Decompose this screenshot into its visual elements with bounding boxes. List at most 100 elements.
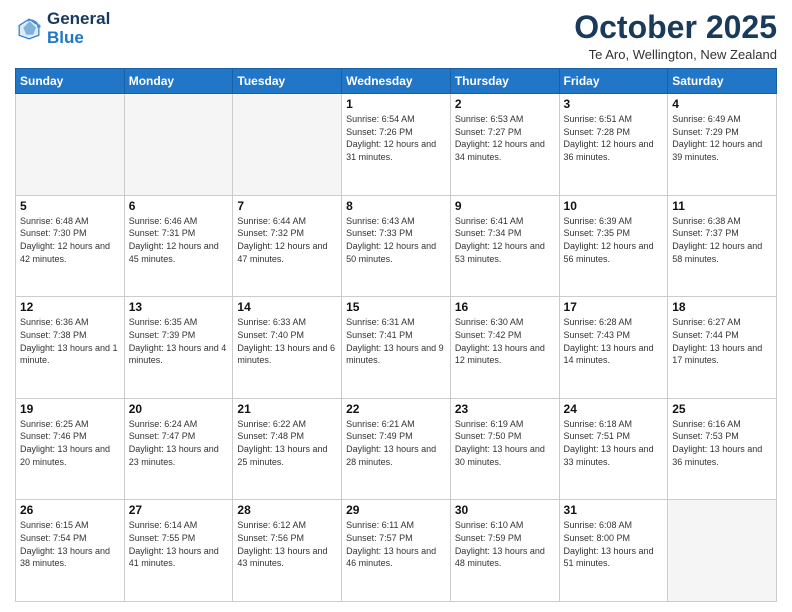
- day-number: 29: [346, 503, 446, 517]
- calendar-cell: 4 Sunrise: 6:49 AM Sunset: 7:29 PM Daylig…: [668, 94, 777, 196]
- day-number: 17: [564, 300, 664, 314]
- calendar-cell: 9 Sunrise: 6:41 AM Sunset: 7:34 PM Daylig…: [450, 195, 559, 297]
- calendar-cell: 14 Sunrise: 6:33 AM Sunset: 7:40 PM Dayli…: [233, 297, 342, 399]
- day-info: Sunrise: 6:25 AM Sunset: 7:46 PM Dayligh…: [20, 418, 120, 468]
- day-number: 27: [129, 503, 229, 517]
- day-number: 19: [20, 402, 120, 416]
- calendar-cell: 8Sunrise: 6:43 AM Sunset: 7:33 PM Daylig…: [342, 195, 451, 297]
- day-number: 25: [672, 402, 772, 416]
- day-number: 15: [346, 300, 446, 314]
- title-block: October 2025 Te Aro, Wellington, New Zea…: [574, 10, 777, 62]
- day-number: 22: [346, 402, 446, 416]
- calendar-week-row-3: 12Sunrise: 6:36 AM Sunset: 7:38 PM Dayli…: [16, 297, 777, 399]
- location: Te Aro, Wellington, New Zealand: [574, 47, 777, 62]
- day-info: Sunrise: 6:31 AM Sunset: 7:41 PM Dayligh…: [346, 316, 446, 366]
- day-info: Sunrise: 6:48 AM Sunset: 7:30 PM Dayligh…: [20, 215, 120, 265]
- day-number: 21: [237, 402, 337, 416]
- calendar-cell: 12Sunrise: 6:36 AM Sunset: 7:38 PM Dayli…: [16, 297, 125, 399]
- day-info: Sunrise: 6:36 AM Sunset: 7:38 PM Dayligh…: [20, 316, 120, 366]
- calendar-cell: 5 Sunrise: 6:48 AM Sunset: 7:30 PM Daylig…: [16, 195, 125, 297]
- logo-icon: [15, 15, 43, 43]
- day-info: Sunrise: 6:54 AM Sunset: 7:26 PM Dayligh…: [346, 113, 446, 163]
- calendar-cell: 21 Sunrise: 6:22 AM Sunset: 7:48 PM Dayli…: [233, 398, 342, 500]
- calendar-header-row: Sunday Monday Tuesday Wednesday Thursday…: [16, 69, 777, 94]
- calendar-cell: 3Sunrise: 6:51 AM Sunset: 7:28 PM Daylig…: [559, 94, 668, 196]
- calendar-cell: [124, 94, 233, 196]
- day-number: 4: [672, 97, 772, 111]
- calendar-cell: 16 Sunrise: 6:30 AM Sunset: 7:42 PM Dayli…: [450, 297, 559, 399]
- calendar-cell: 20 Sunrise: 6:24 AM Sunset: 7:47 PM Dayli…: [124, 398, 233, 500]
- calendar-cell: 30 Sunrise: 6:10 AM Sunset: 7:59 PM Dayli…: [450, 500, 559, 602]
- day-number: 2: [455, 97, 555, 111]
- calendar-cell: 19 Sunrise: 6:25 AM Sunset: 7:46 PM Dayli…: [16, 398, 125, 500]
- day-number: 5: [20, 199, 120, 213]
- day-number: 31: [564, 503, 664, 517]
- calendar-cell: [668, 500, 777, 602]
- day-number: 6: [129, 199, 229, 213]
- calendar-cell: 13 Sunrise: 6:35 AM Sunset: 7:39 PM Dayli…: [124, 297, 233, 399]
- day-info: Sunrise: 6:16 AM Sunset: 7:53 PM Dayligh…: [672, 418, 772, 468]
- calendar-cell: 23 Sunrise: 6:19 AM Sunset: 7:50 PM Dayli…: [450, 398, 559, 500]
- col-saturday: Saturday: [668, 69, 777, 94]
- calendar-cell: 26 Sunrise: 6:15 AM Sunset: 7:54 PM Dayli…: [16, 500, 125, 602]
- day-info: Sunrise: 6:14 AM Sunset: 7:55 PM Dayligh…: [129, 519, 229, 569]
- header: General Blue October 2025 Te Aro, Wellin…: [15, 10, 777, 62]
- calendar-cell: [16, 94, 125, 196]
- day-number: 20: [129, 402, 229, 416]
- day-info: Sunrise: 6:18 AM Sunset: 7:51 PM Dayligh…: [564, 418, 664, 468]
- calendar-cell: 7Sunrise: 6:44 AM Sunset: 7:32 PM Daylig…: [233, 195, 342, 297]
- col-sunday: Sunday: [16, 69, 125, 94]
- day-info: Sunrise: 6:28 AM Sunset: 7:43 PM Dayligh…: [564, 316, 664, 366]
- calendar-cell: 24 Sunrise: 6:18 AM Sunset: 7:51 PM Dayli…: [559, 398, 668, 500]
- day-info: Sunrise: 6:33 AM Sunset: 7:40 PM Dayligh…: [237, 316, 337, 366]
- calendar-week-row-4: 19 Sunrise: 6:25 AM Sunset: 7:46 PM Dayli…: [16, 398, 777, 500]
- day-number: 18: [672, 300, 772, 314]
- day-info: Sunrise: 6:39 AM Sunset: 7:35 PM Dayligh…: [564, 215, 664, 265]
- day-info: Sunrise: 6:53 AM Sunset: 7:27 PM Dayligh…: [455, 113, 555, 163]
- day-number: 16: [455, 300, 555, 314]
- day-number: 14: [237, 300, 337, 314]
- calendar-cell: 17 Sunrise: 6:28 AM Sunset: 7:43 PM Dayli…: [559, 297, 668, 399]
- day-info: Sunrise: 6:24 AM Sunset: 7:47 PM Dayligh…: [129, 418, 229, 468]
- day-info: Sunrise: 6:46 AM Sunset: 7:31 PM Dayligh…: [129, 215, 229, 265]
- calendar-cell: 2 Sunrise: 6:53 AM Sunset: 7:27 PM Daylig…: [450, 94, 559, 196]
- day-number: 24: [564, 402, 664, 416]
- day-info: Sunrise: 6:08 AM Sunset: 8:00 PM Dayligh…: [564, 519, 664, 569]
- calendar-cell: 11Sunrise: 6:38 AM Sunset: 7:37 PM Dayli…: [668, 195, 777, 297]
- col-tuesday: Tuesday: [233, 69, 342, 94]
- day-info: Sunrise: 6:12 AM Sunset: 7:56 PM Dayligh…: [237, 519, 337, 569]
- day-info: Sunrise: 6:22 AM Sunset: 7:48 PM Dayligh…: [237, 418, 337, 468]
- day-info: Sunrise: 6:30 AM Sunset: 7:42 PM Dayligh…: [455, 316, 555, 366]
- calendar-week-row-2: 5 Sunrise: 6:48 AM Sunset: 7:30 PM Daylig…: [16, 195, 777, 297]
- calendar-week-row-5: 26 Sunrise: 6:15 AM Sunset: 7:54 PM Dayli…: [16, 500, 777, 602]
- col-wednesday: Wednesday: [342, 69, 451, 94]
- day-number: 13: [129, 300, 229, 314]
- calendar-cell: 1 Sunrise: 6:54 AM Sunset: 7:26 PM Daylig…: [342, 94, 451, 196]
- day-number: 3: [564, 97, 664, 111]
- logo-text: General Blue: [47, 10, 110, 47]
- day-number: 26: [20, 503, 120, 517]
- day-info: Sunrise: 6:49 AM Sunset: 7:29 PM Dayligh…: [672, 113, 772, 163]
- calendar-cell: 31 Sunrise: 6:08 AM Sunset: 8:00 PM Dayli…: [559, 500, 668, 602]
- day-info: Sunrise: 6:15 AM Sunset: 7:54 PM Dayligh…: [20, 519, 120, 569]
- col-monday: Monday: [124, 69, 233, 94]
- day-info: Sunrise: 6:21 AM Sunset: 7:49 PM Dayligh…: [346, 418, 446, 468]
- day-info: Sunrise: 6:43 AM Sunset: 7:33 PM Dayligh…: [346, 215, 446, 265]
- month-title: October 2025: [574, 10, 777, 45]
- calendar-cell: 18Sunrise: 6:27 AM Sunset: 7:44 PM Dayli…: [668, 297, 777, 399]
- day-number: 30: [455, 503, 555, 517]
- calendar-table: Sunday Monday Tuesday Wednesday Thursday…: [15, 68, 777, 602]
- day-number: 1: [346, 97, 446, 111]
- day-number: 28: [237, 503, 337, 517]
- day-info: Sunrise: 6:10 AM Sunset: 7:59 PM Dayligh…: [455, 519, 555, 569]
- calendar-cell: 27 Sunrise: 6:14 AM Sunset: 7:55 PM Dayli…: [124, 500, 233, 602]
- day-info: Sunrise: 6:35 AM Sunset: 7:39 PM Dayligh…: [129, 316, 229, 366]
- calendar-cell: 15 Sunrise: 6:31 AM Sunset: 7:41 PM Dayli…: [342, 297, 451, 399]
- day-number: 9: [455, 199, 555, 213]
- day-info: Sunrise: 6:41 AM Sunset: 7:34 PM Dayligh…: [455, 215, 555, 265]
- day-info: Sunrise: 6:38 AM Sunset: 7:37 PM Dayligh…: [672, 215, 772, 265]
- calendar-cell: [233, 94, 342, 196]
- day-number: 23: [455, 402, 555, 416]
- col-thursday: Thursday: [450, 69, 559, 94]
- day-info: Sunrise: 6:19 AM Sunset: 7:50 PM Dayligh…: [455, 418, 555, 468]
